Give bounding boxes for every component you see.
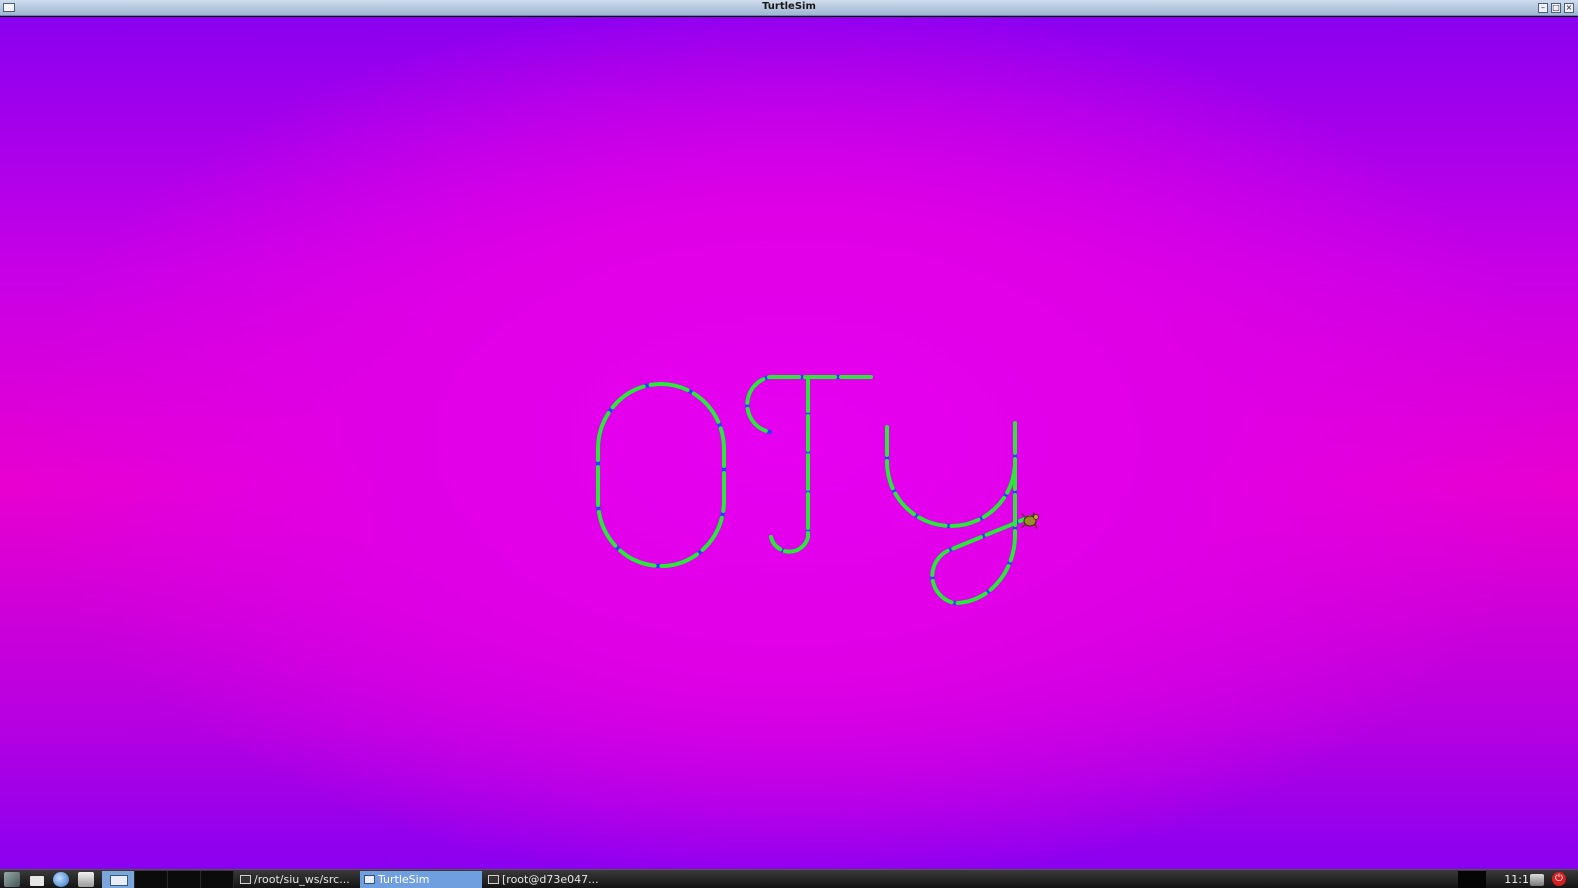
letter-y-trail: [885, 421, 1032, 606]
terminal-icon: [240, 875, 251, 884]
task-label: /root/siu_ws/src...: [254, 873, 350, 886]
window-title: TurtleSim: [762, 1, 816, 12]
workspace-4[interactable]: [201, 871, 234, 888]
app-menu-icon[interactable]: [4, 872, 20, 887]
close-icon[interactable]: ×: [1564, 3, 1574, 13]
terminal-icon: [488, 875, 499, 884]
window-titlebar[interactable]: TurtleSim – □ ×: [0, 0, 1578, 16]
window-icon: [364, 875, 375, 884]
network-icon[interactable]: [1530, 874, 1544, 886]
maximize-icon[interactable]: □: [1551, 3, 1561, 13]
terminal-launcher-icon[interactable]: [30, 876, 44, 886]
minimize-icon[interactable]: –: [1538, 3, 1548, 13]
letter-o-trail: [596, 382, 726, 568]
workspace-2[interactable]: [135, 871, 168, 888]
turtle-drawing: [596, 375, 1039, 606]
power-icon[interactable]: ⏻: [1552, 872, 1566, 886]
task-terminal-siu-ws[interactable]: /root/siu_ws/src...: [236, 871, 358, 888]
task-turtlesim[interactable]: TurtleSim: [360, 871, 482, 888]
browser-icon[interactable]: [53, 872, 69, 887]
workspace-3[interactable]: [168, 871, 201, 888]
turtlesim-canvas: [0, 17, 1578, 869]
file-manager-icon[interactable]: [78, 872, 94, 887]
cpu-monitor: [1458, 871, 1486, 888]
task-label: [root@d73e047...: [502, 873, 599, 886]
taskbar: /root/siu_ws/src... TurtleSim [root@d73e…: [0, 869, 1578, 888]
task-label: TurtleSim: [378, 873, 430, 886]
task-terminal-root[interactable]: [root@d73e047...: [484, 871, 606, 888]
letter-j-trail: [745, 375, 873, 554]
workspace-1[interactable]: [102, 871, 135, 888]
